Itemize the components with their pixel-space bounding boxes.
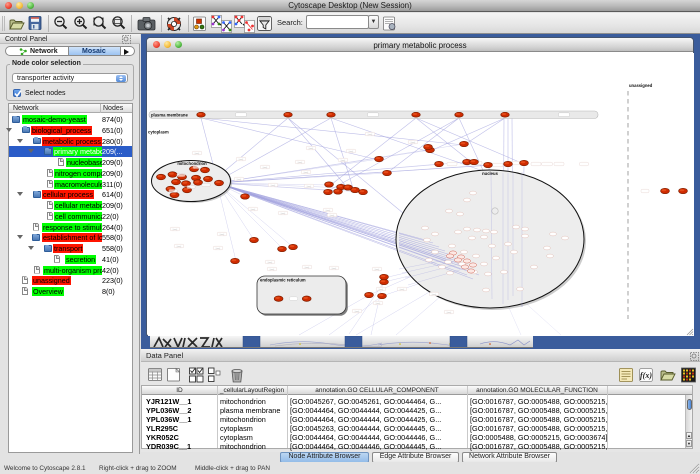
svg-text:[nnn]: [nnn] <box>325 210 330 212</box>
svg-text:[nnn]: [nnn] <box>375 303 380 305</box>
svg-text:[nnn]: [nnn] <box>172 229 177 231</box>
svg-text:[nnn]: [nnn] <box>331 268 336 270</box>
svg-text:[nnn]: [nnn] <box>378 289 383 291</box>
svg-text:[nnn]: [nnn] <box>280 213 285 215</box>
svg-text:[nnn]: [nnn] <box>219 234 224 236</box>
svg-text:[nnn]: [nnn] <box>374 269 379 271</box>
svg-text:[nnn]: [nnn] <box>303 172 308 174</box>
svg-text:[nnn]: [nnn] <box>269 269 274 271</box>
svg-text:[nnn]: [nnn] <box>354 311 359 313</box>
svg-text:[nnn]: [nnn] <box>262 167 267 169</box>
svg-text:cytoplasm: cytoplasm <box>148 129 169 134</box>
svg-text:[nnn]: [nnn] <box>267 262 272 264</box>
svg-text:[nnn]: [nnn] <box>446 312 451 314</box>
svg-text:nucleus: nucleus <box>482 171 498 176</box>
svg-text:unassigned: unassigned <box>629 83 653 88</box>
svg-text:[nnn]: [nnn] <box>176 246 181 248</box>
svg-text:[nnn]: [nnn] <box>399 289 404 291</box>
svg-text:[nnn]: [nnn] <box>238 159 243 161</box>
svg-text:[nnn]: [nnn] <box>329 215 334 217</box>
svg-text:[nnn]: [nnn] <box>306 186 311 188</box>
svg-text:[nnn]: [nnn] <box>410 142 415 144</box>
svg-text:mitochondrion: mitochondrion <box>177 161 207 166</box>
svg-text:[nnn]: [nnn] <box>297 162 302 164</box>
svg-text:[nnn]: [nnn] <box>270 185 275 187</box>
svg-text:[nnn]: [nnn] <box>194 153 199 155</box>
svg-text:plasma membrane: plasma membrane <box>151 112 188 117</box>
svg-text:f(x): f(x) <box>640 371 652 380</box>
svg-text:[nnn]: [nnn] <box>367 134 372 136</box>
svg-text:[nnn]: [nnn] <box>431 294 436 296</box>
svg-text:[nnn]: [nnn] <box>304 267 309 269</box>
svg-text:[nnn]: [nnn] <box>236 179 241 181</box>
svg-text:[nnn]: [nnn] <box>340 160 345 162</box>
svg-text:[nnn]: [nnn] <box>250 209 255 211</box>
svg-text:[nnn]: [nnn] <box>308 148 313 150</box>
svg-text:[nnn]: [nnn] <box>348 151 353 153</box>
svg-text:endoplasmic reticulum: endoplasmic reticulum <box>260 277 306 282</box>
svg-text:[nnn]: [nnn] <box>215 248 220 250</box>
